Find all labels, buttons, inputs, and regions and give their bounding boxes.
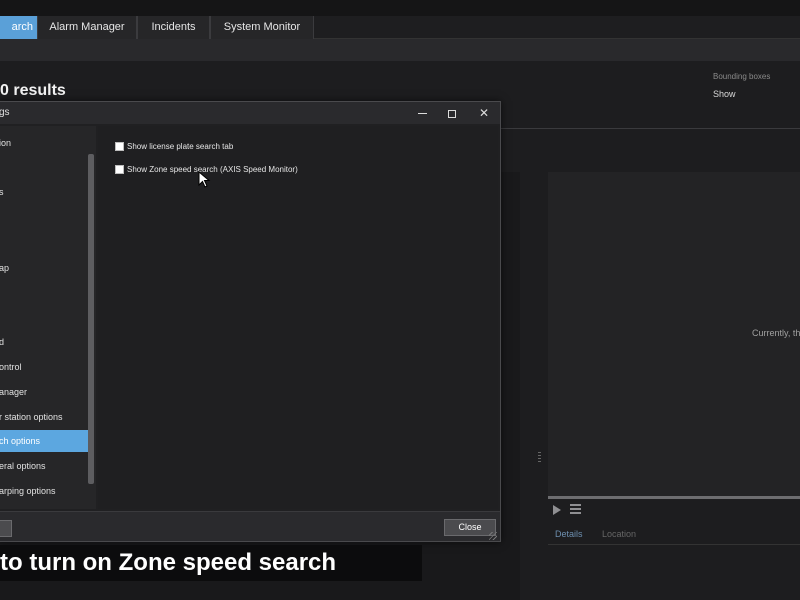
mouse-cursor-icon: [198, 171, 211, 188]
tab-incidents[interactable]: Incidents: [137, 16, 210, 39]
license-plate-checkbox[interactable]: [115, 141, 124, 151]
dialog-footer: Close: [0, 511, 500, 541]
timeline-bar[interactable]: [548, 496, 800, 499]
nav-item[interactable]: r station options: [0, 406, 88, 428]
tab-system-monitor[interactable]: System Monitor: [210, 16, 314, 39]
toolbar-strip: [0, 39, 800, 61]
results-count: 0 results: [0, 82, 66, 99]
zone-speed-label: Show Zone speed search (AXIS Speed Monit…: [127, 164, 298, 174]
maximize-button[interactable]: [437, 102, 467, 124]
nav-scrollbar[interactable]: [88, 154, 94, 484]
zone-speed-checkbox[interactable]: [115, 164, 124, 174]
top-strip: [0, 0, 800, 16]
settings-content: Show license plate search tab Show Zone …: [98, 126, 498, 509]
minimize-icon: [417, 113, 427, 115]
license-plate-option[interactable]: Show license plate search tab: [115, 139, 233, 153]
resize-grip[interactable]: [489, 532, 497, 540]
settings-nav: ion s ap d ontrol anager r station optio…: [0, 126, 96, 509]
header-divider: [500, 128, 800, 129]
nav-item[interactable]: ontrol: [0, 356, 88, 378]
tab-search[interactable]: arch: [0, 16, 37, 39]
nav-item[interactable]: eral options: [0, 455, 88, 477]
nav-item-search-options[interactable]: ch options: [0, 430, 88, 452]
nav-item[interactable]: d: [0, 331, 88, 353]
close-window-button[interactable]: ✕: [469, 102, 499, 124]
tab-alarm-manager[interactable]: Alarm Manager: [37, 16, 137, 39]
bounding-boxes-toggle[interactable]: Show: [713, 89, 736, 99]
tab-details[interactable]: Details: [555, 529, 583, 539]
splitter-handle[interactable]: [538, 452, 541, 464]
list-icon[interactable]: [570, 504, 581, 514]
nav-item[interactable]: ap: [0, 257, 88, 279]
settings-dialog: gs ✕ ion s ap d ontrol anager r station …: [0, 101, 501, 542]
nav-item[interactable]: s: [0, 181, 88, 203]
close-icon: ✕: [478, 106, 490, 120]
nav-item[interactable]: anager: [0, 381, 88, 403]
workspace-tabbar: arch Alarm Manager Incidents System Moni…: [0, 16, 800, 39]
play-icon[interactable]: [553, 505, 561, 515]
dialog-titlebar[interactable]: gs ✕: [0, 102, 500, 124]
tab-location[interactable]: Location: [602, 529, 636, 539]
bounding-boxes-label: Bounding boxes: [713, 72, 771, 81]
details-divider: [548, 544, 800, 545]
license-plate-label: Show license plate search tab: [127, 141, 234, 151]
preview-message: Currently, th: [752, 328, 800, 338]
nav-item[interactable]: ion: [0, 132, 88, 154]
maximize-icon: [448, 109, 456, 118]
minimize-button[interactable]: [407, 102, 437, 124]
dialog-title: gs: [0, 107, 10, 118]
footer-left-button[interactable]: [0, 520, 12, 537]
nav-item[interactable]: arping options: [0, 480, 88, 502]
tutorial-caption: to turn on Zone speed search: [0, 545, 422, 581]
